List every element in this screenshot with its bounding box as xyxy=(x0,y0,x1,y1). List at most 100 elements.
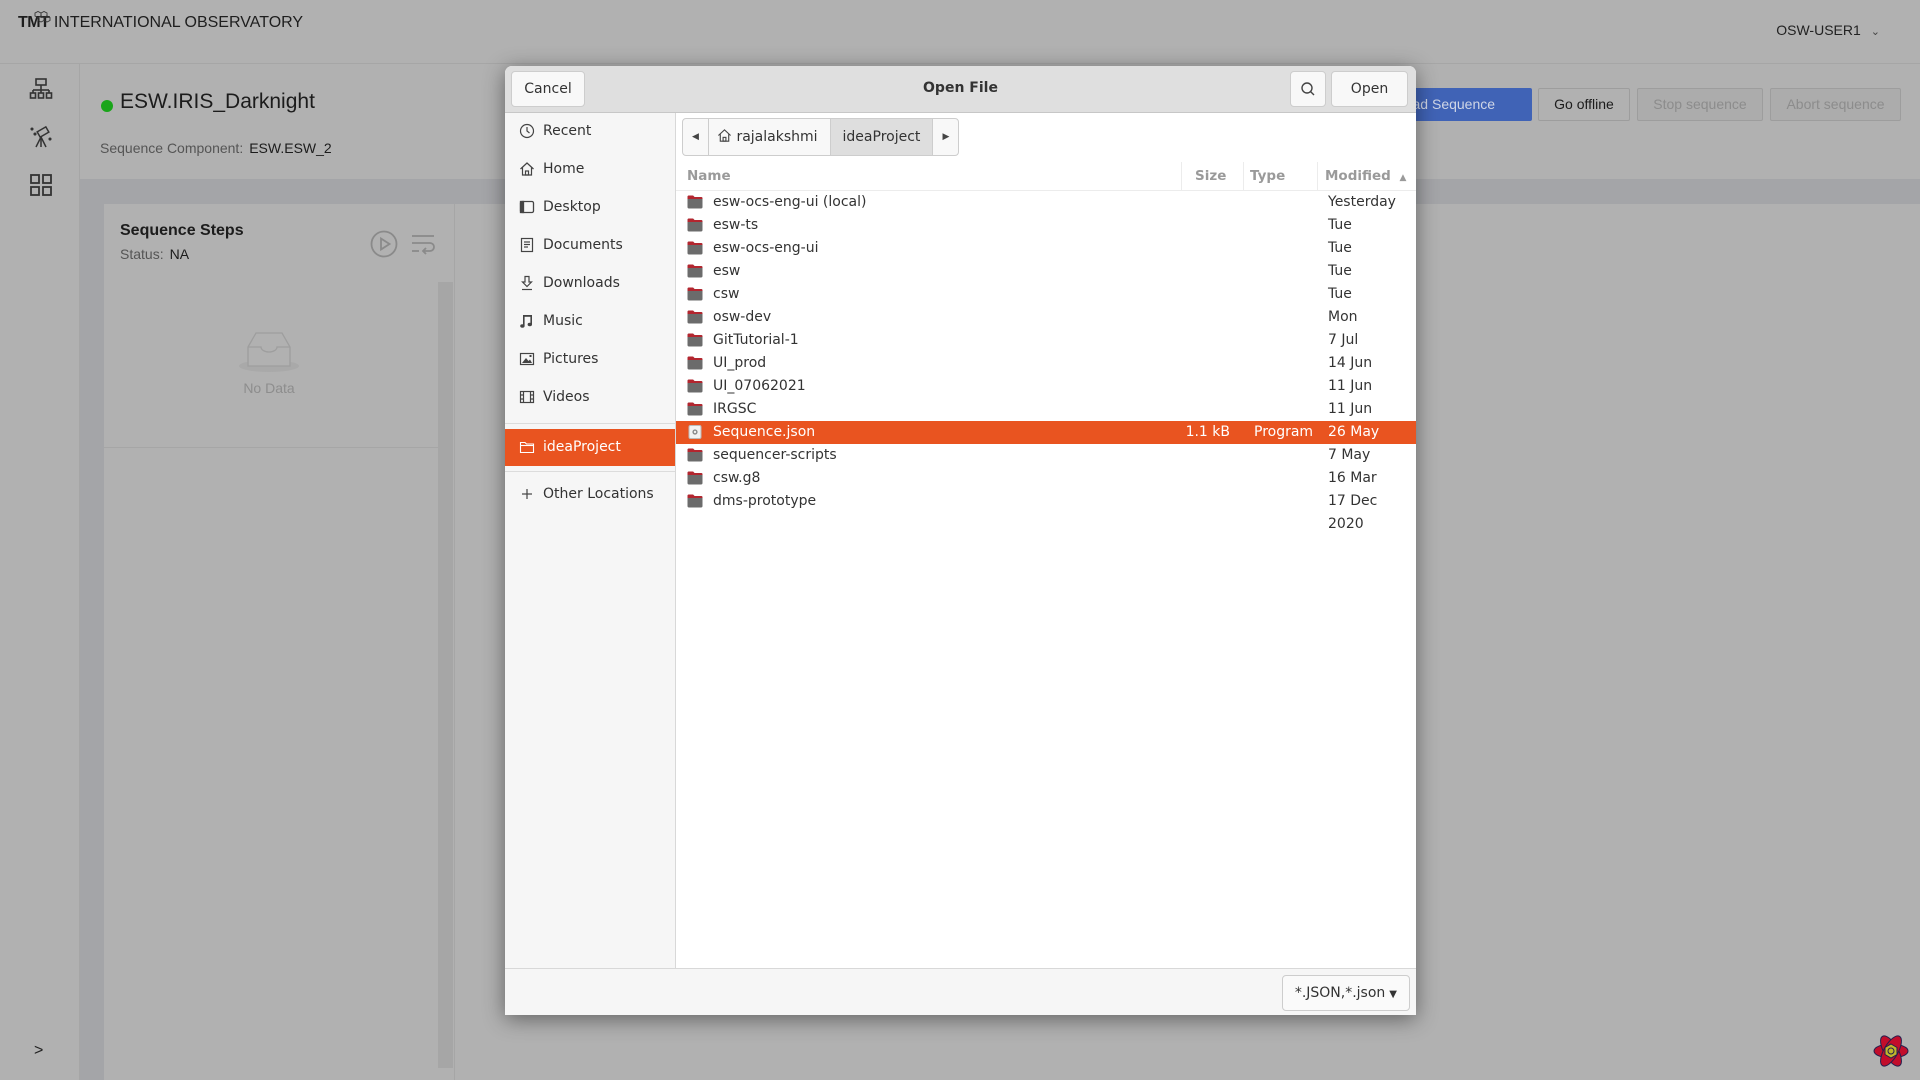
file-row[interactable]: GitTutorial-1 7 Jul xyxy=(676,329,1416,352)
file-name: dms-prototype xyxy=(713,493,817,509)
place-downloads[interactable]: Downloads xyxy=(505,265,675,302)
music-icon xyxy=(520,315,532,328)
file-type: Program xyxy=(1254,424,1314,440)
file-row[interactable]: csw.g8 16 Mar xyxy=(676,467,1416,490)
abort-sequence-button[interactable]: Abort sequence xyxy=(1770,88,1901,121)
file-modified: 7 Jul xyxy=(1328,332,1359,348)
file-list: esw-ocs-eng-ui (local) Yesterday esw-ts Tue… xyxy=(676,191,1416,532)
path-forward-button[interactable]: ▶ xyxy=(933,119,958,155)
search-button[interactable] xyxy=(1290,71,1326,107)
folder-icon xyxy=(687,448,703,462)
sequence-steps-title: Sequence Steps xyxy=(120,222,244,239)
file-row[interactable]: UI_prod 14 Jun xyxy=(676,352,1416,375)
caret-down-icon: ▼ xyxy=(1389,989,1397,1000)
file-row[interactable]: IRGSC 11 Jun xyxy=(676,398,1416,421)
column-name[interactable]: Name xyxy=(687,168,731,184)
telescope-icon[interactable] xyxy=(29,125,53,149)
stop-sequence-button[interactable]: Stop sequence xyxy=(1637,88,1763,121)
file-row[interactable]: osw-dev Mon xyxy=(676,306,1416,329)
column-size[interactable]: Size xyxy=(1195,168,1226,184)
place-home[interactable]: Home xyxy=(505,151,675,188)
file-type-filter-value: *.JSON,*.json xyxy=(1294,985,1386,1001)
column-divider xyxy=(1181,162,1182,190)
dialog-header: Cancel Open File Open xyxy=(505,66,1416,113)
folder-icon xyxy=(687,218,703,232)
place-label: Other Locations xyxy=(543,486,654,502)
bookmark-ideaproject[interactable]: ideaProject xyxy=(505,429,675,466)
cancel-button[interactable]: Cancel xyxy=(511,71,585,107)
open-button[interactable]: Open xyxy=(1331,71,1408,107)
grid-icon[interactable] xyxy=(29,173,53,197)
react-devtools-icon[interactable] xyxy=(1873,1033,1909,1069)
file-row[interactable]: esw-ts Tue xyxy=(676,214,1416,237)
place-recent[interactable]: Recent xyxy=(505,113,675,150)
picture-icon xyxy=(519,352,535,366)
file-name: csw.g8 xyxy=(713,470,761,486)
other-locations[interactable]: Other Locations xyxy=(505,476,675,513)
place-desktop[interactable]: Desktop xyxy=(505,189,675,226)
wrap-lines-icon[interactable] xyxy=(410,232,436,256)
logo: TMT INTERNATIONAL OBSERVATORY xyxy=(18,11,303,32)
file-name: GitTutorial-1 xyxy=(713,332,799,348)
file-name: sequencer-scripts xyxy=(713,447,837,463)
status-value: NA xyxy=(169,246,190,262)
file-name: csw xyxy=(713,286,740,302)
file-row[interactable]: dms-prototype 17 Dec 2020 xyxy=(676,490,1416,532)
play-icon[interactable] xyxy=(370,230,398,258)
place-label: Recent xyxy=(543,123,592,139)
place-videos[interactable]: Videos xyxy=(505,379,675,416)
file-modified: Tue xyxy=(1328,217,1352,233)
place-label: Home xyxy=(543,161,585,177)
status-indicator xyxy=(101,100,113,112)
folder-icon xyxy=(687,356,703,370)
places-separator xyxy=(505,471,675,472)
folder-icon xyxy=(687,287,703,301)
file-row[interactable]: esw-ocs-eng-ui (local) Yesterday xyxy=(676,191,1416,214)
file-modified: 26 May xyxy=(1328,424,1380,440)
place-label: Downloads xyxy=(543,275,620,291)
sequence-status: Status: NA xyxy=(120,246,189,262)
steps-scrollbar[interactable] xyxy=(438,282,453,1068)
chevron-right-icon[interactable]: > xyxy=(34,1042,43,1060)
path-bar: ◀ rajalakshmi ideaProject ▶ xyxy=(682,118,960,156)
file-modified: Tue xyxy=(1328,263,1352,279)
path-back-button[interactable]: ◀ xyxy=(683,119,709,155)
place-documents[interactable]: Documents xyxy=(505,227,675,264)
folder-icon xyxy=(687,333,703,347)
file-name: IRGSC xyxy=(713,401,757,417)
file-modified: Yesterday xyxy=(1328,194,1396,210)
home-icon xyxy=(520,162,534,176)
user-name: OSW-USER1 xyxy=(1776,22,1861,38)
file-row[interactable]: Sequence.json 1.1 kB Program 26 May xyxy=(676,421,1416,444)
folder-icon xyxy=(687,241,703,255)
place-pictures[interactable]: Pictures xyxy=(505,341,675,378)
user-menu[interactable]: OSW-USER1 ⌄ xyxy=(1776,22,1880,38)
path-segment-current[interactable]: ideaProject xyxy=(830,119,934,155)
file-row[interactable]: esw-ocs-eng-ui Tue xyxy=(676,237,1416,260)
column-modified[interactable]: Modified ▲ xyxy=(1325,168,1406,184)
file-row[interactable]: sequencer-scripts 7 May xyxy=(676,444,1416,467)
file-size: 1.1 kB xyxy=(1185,424,1230,440)
folder-icon xyxy=(687,402,703,416)
file-type-filter[interactable]: *.JSON,*.json ▼ xyxy=(1281,975,1410,1011)
chevron-down-icon: ⌄ xyxy=(1870,26,1880,38)
content-gutter xyxy=(80,179,104,1080)
file-name: esw-ocs-eng-ui xyxy=(713,240,819,256)
path-segment-label: rajalakshmi xyxy=(736,129,818,145)
path-segment-home[interactable]: rajalakshmi xyxy=(709,119,831,155)
place-music[interactable]: Music xyxy=(505,303,675,340)
clock-icon xyxy=(519,123,535,139)
file-name: UI_07062021 xyxy=(713,378,806,394)
column-type[interactable]: Type xyxy=(1250,168,1285,184)
file-row[interactable]: UI_07062021 11 Jun xyxy=(676,375,1416,398)
file-row[interactable]: esw Tue xyxy=(676,260,1416,283)
hierarchy-icon[interactable] xyxy=(29,77,53,101)
go-offline-button[interactable]: Go offline xyxy=(1538,88,1630,121)
file-name: esw-ocs-eng-ui (local) xyxy=(713,194,867,210)
plus-icon xyxy=(522,489,532,499)
file-modified: Tue xyxy=(1328,240,1352,256)
tmt-logo-icon xyxy=(34,11,51,23)
file-row[interactable]: csw Tue xyxy=(676,283,1416,306)
sequence-component-label: Sequence Component: xyxy=(100,140,244,156)
folder-icon xyxy=(687,264,703,278)
